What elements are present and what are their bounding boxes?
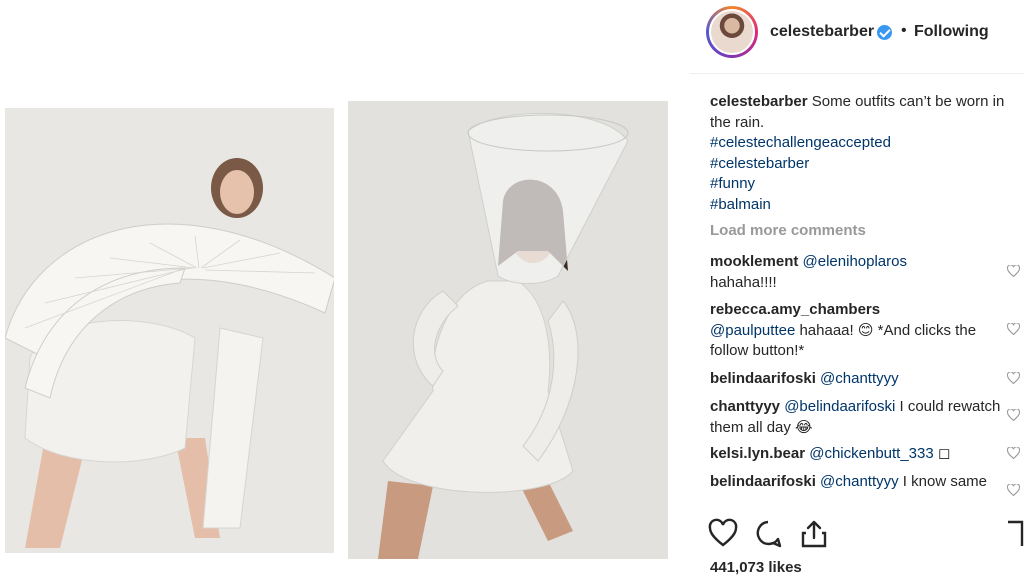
comment-item: chanttyyy @belindaarifoski I could rewat… <box>710 397 1010 438</box>
header-separator: • <box>901 22 907 39</box>
comment-item: belindaarifoski @chanttyyy <box>710 369 1010 390</box>
comment-item: rebecca.amy_chambers @paulputtee hahaaa!… <box>710 300 1010 362</box>
comment-mention[interactable]: @chanttyyy <box>820 473 899 490</box>
post-header: celestebarber • Following <box>690 0 1024 74</box>
comment-username[interactable]: rebecca.amy_chambers <box>710 300 1010 321</box>
comment-mention[interactable]: @elenihoplaros <box>803 253 907 270</box>
avatar[interactable] <box>709 9 755 55</box>
comment-item: kelsi.lyn.bear @chickenbutt_333 ◻ <box>710 444 1010 465</box>
comment-username[interactable]: chanttyyy <box>710 398 780 415</box>
comment-text: I know same <box>898 473 988 490</box>
heart-icon[interactable] <box>1007 323 1020 335</box>
post-side-panel: celestebarber • Following celestebarber … <box>690 0 1024 581</box>
hashtag-link[interactable]: #balmain <box>710 195 1020 216</box>
post-media <box>0 0 690 581</box>
comment-item: belindaarifoski @chanttyyy I know same <box>710 472 1010 493</box>
share-icon[interactable] <box>799 518 829 550</box>
photo-celeste-lampshade[interactable] <box>348 101 668 559</box>
bookmark-icon[interactable] <box>1006 518 1024 550</box>
comment-username[interactable]: kelsi.lyn.bear <box>710 445 805 462</box>
hashtag-link[interactable]: #funny <box>710 174 1020 195</box>
comment-icon[interactable] <box>753 518 783 550</box>
header-username[interactable]: celestebarber <box>770 23 874 41</box>
heart-icon[interactable] <box>708 518 738 550</box>
comment-mention[interactable]: @chickenbutt_333 <box>809 445 933 462</box>
hashtag-link[interactable]: #celestechallengeaccepted <box>710 133 1020 154</box>
hashtag-link[interactable]: #celestebarber <box>710 154 1020 175</box>
comment-username[interactable]: belindaarifoski <box>710 473 816 490</box>
heart-icon[interactable] <box>1007 265 1020 277</box>
load-more-comments-button[interactable]: Load more comments <box>710 222 866 239</box>
verified-badge-icon <box>877 25 892 40</box>
caption-username[interactable]: celestebarber <box>710 93 808 110</box>
comment-mention[interactable]: @chanttyyy <box>820 370 899 387</box>
comment-text: ◻ <box>933 445 951 462</box>
heart-icon[interactable] <box>1007 484 1020 496</box>
comment-mention[interactable]: @belindaarifoski <box>784 398 895 415</box>
comment-text: hahaha!!!! <box>710 273 777 291</box>
story-ring[interactable] <box>706 6 758 58</box>
caption: celestebarber Some outfits can’t be worn… <box>710 92 1020 215</box>
photo-model-pleated-dress[interactable] <box>5 108 334 553</box>
comment-username[interactable]: mooklement <box>710 253 798 270</box>
comment-username[interactable]: belindaarifoski <box>710 370 816 387</box>
heart-icon[interactable] <box>1007 447 1020 459</box>
following-button[interactable]: Following <box>914 23 989 41</box>
comment-mention[interactable]: @paulputtee <box>710 322 795 339</box>
likes-count[interactable]: 441,073 likes <box>710 559 802 576</box>
heart-icon[interactable] <box>1007 372 1020 384</box>
post-actions <box>706 518 1024 552</box>
heart-icon[interactable] <box>1007 409 1020 421</box>
celeste-illustration <box>348 101 668 559</box>
comment-item: mooklement @elenihoplaros hahaha!!!! <box>710 252 1010 293</box>
model-illustration <box>5 108 334 553</box>
